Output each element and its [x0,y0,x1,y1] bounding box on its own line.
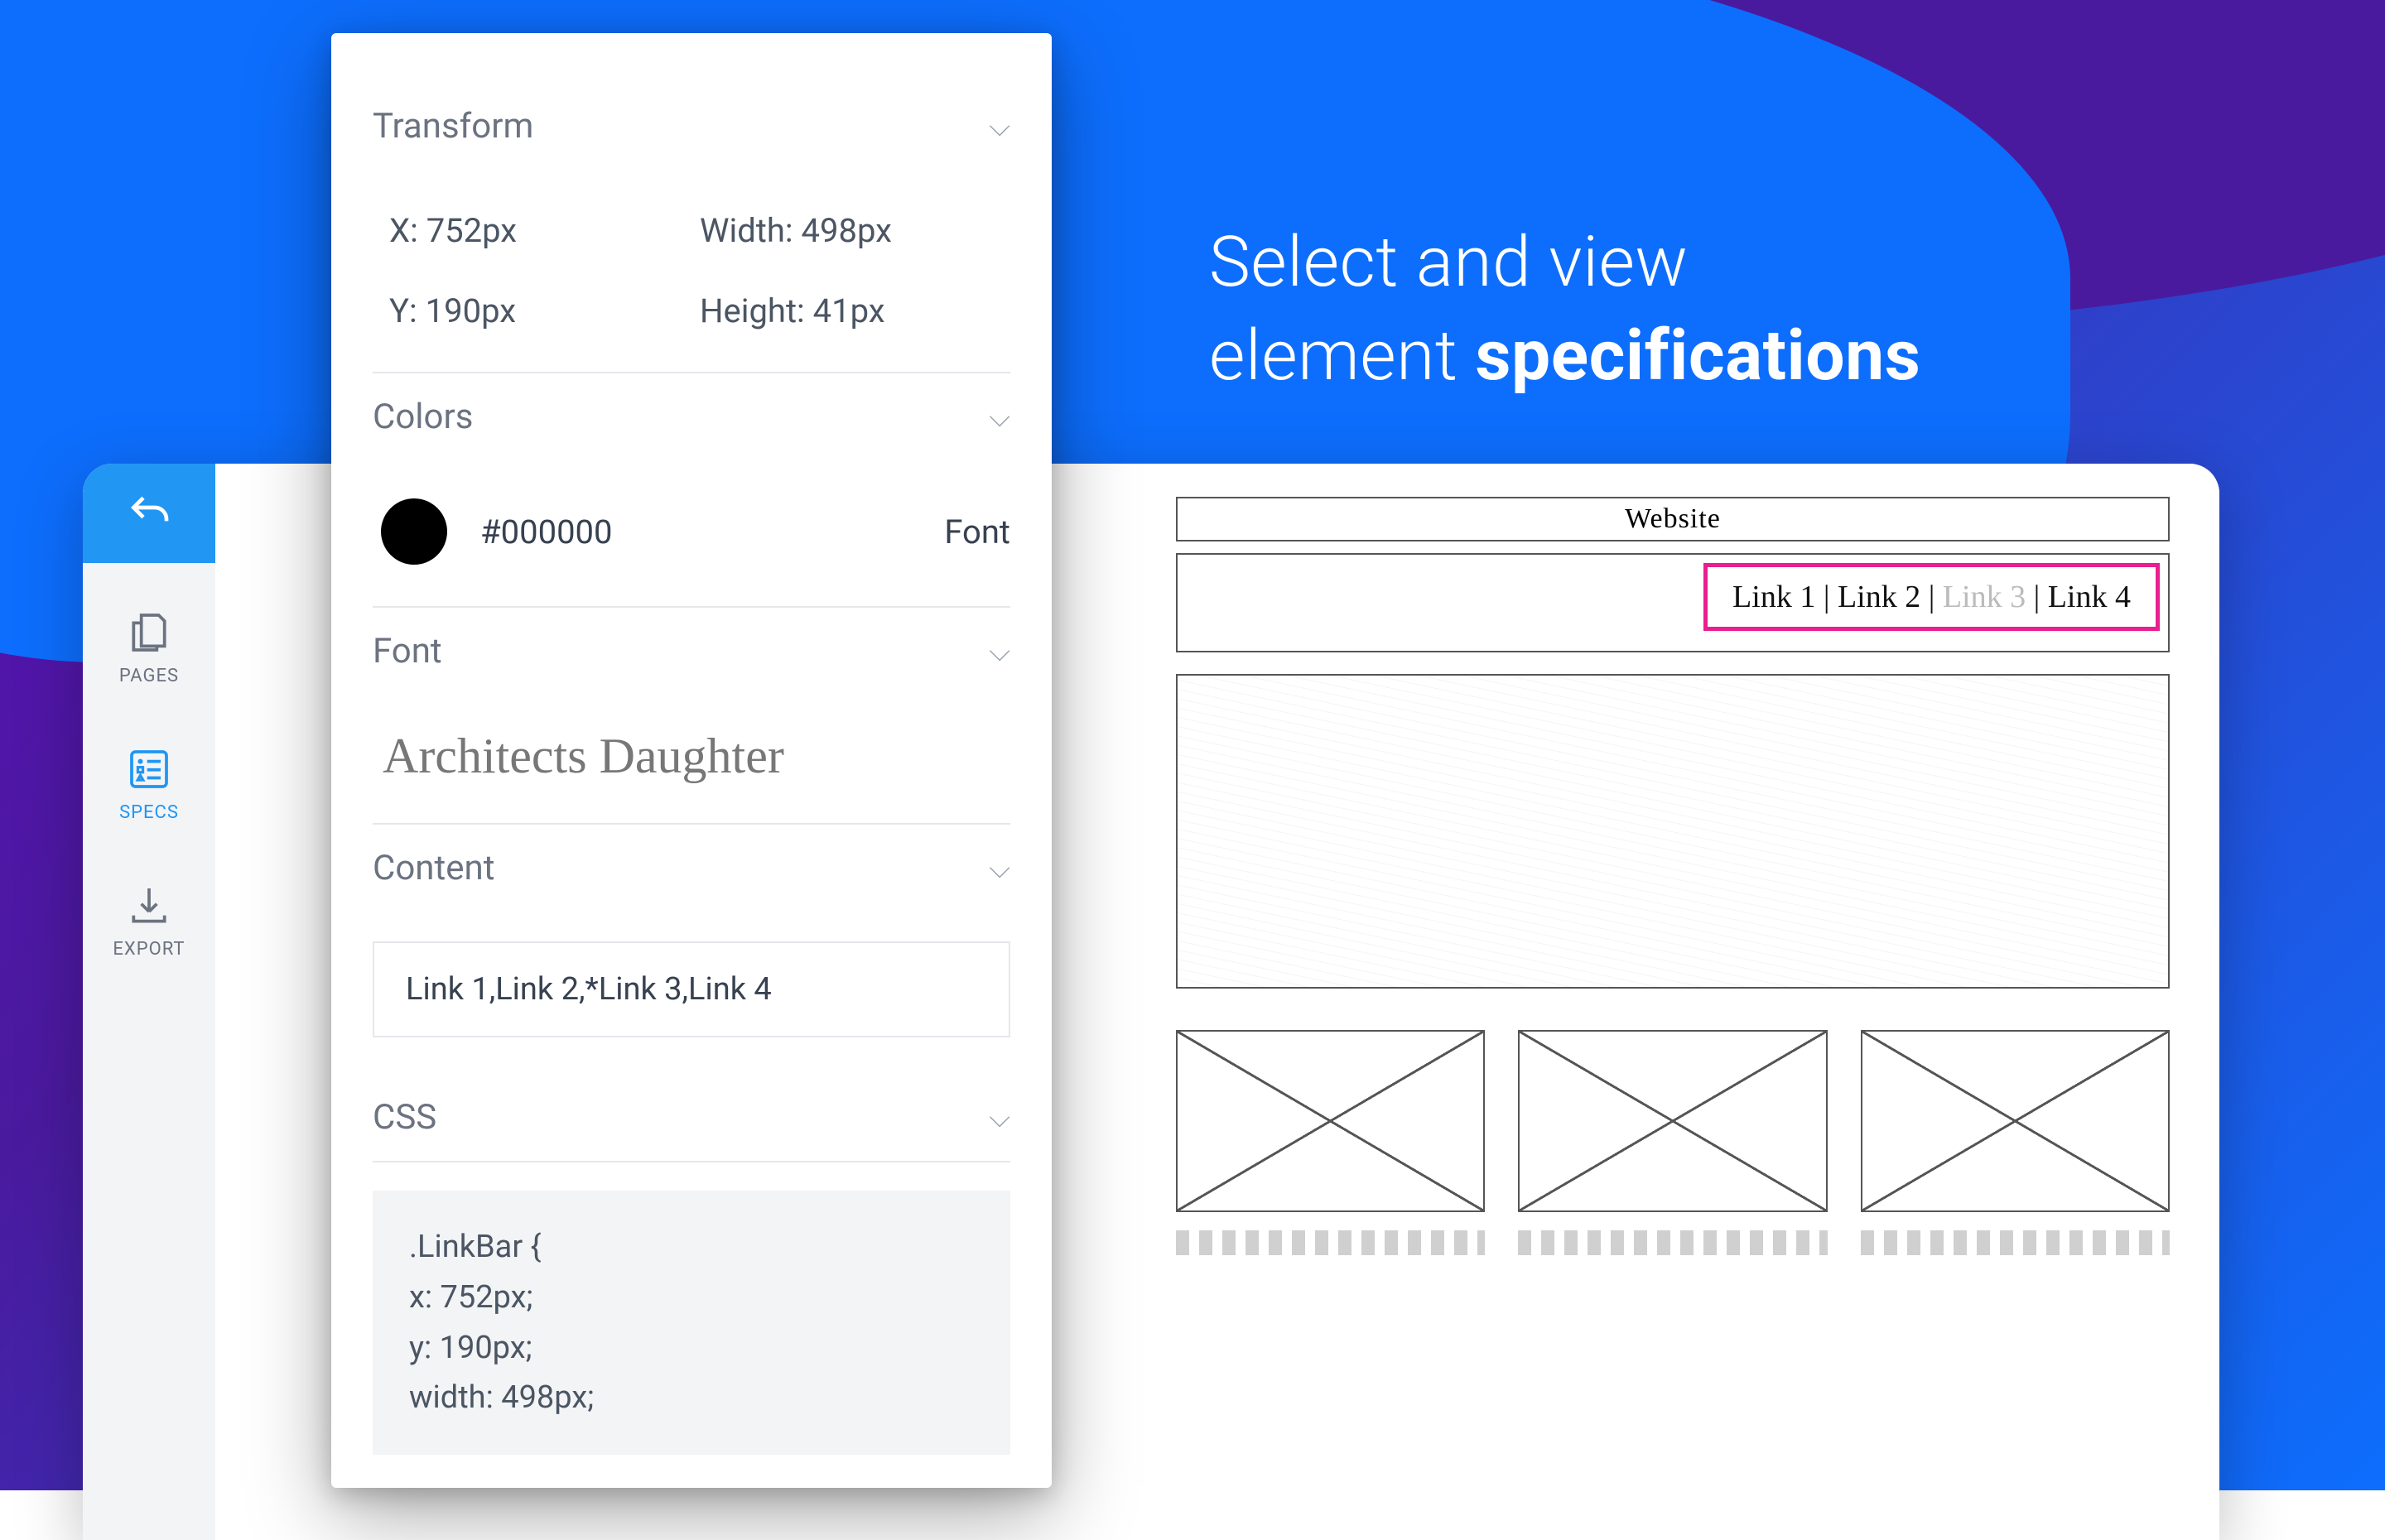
hero-line1: Select and view [1209,221,1688,303]
section-header-css[interactable]: CSS ⌵ [373,1074,1010,1162]
wire-hero-image [1176,674,2170,989]
link-2: Link 2 [1838,580,1920,614]
section-header-transform[interactable]: Transform ⌵ [373,83,1010,170]
wire-col-2 [1518,1030,1827,1255]
transform-grid: X: 752px Width: 498px Y: 190px Height: 4… [373,170,1010,373]
css-line-2: x: 752px; [409,1273,974,1323]
chevron-down-icon: ⌵ [989,635,1010,668]
undo-icon [126,490,172,537]
chevron-down-icon: ⌵ [989,401,1010,434]
sidebar-label-pages: PAGES [119,666,179,686]
wire-text-placeholder [1518,1230,1827,1255]
css-code-box[interactable]: .LinkBar { x: 752px; y: 190px; width: 49… [373,1191,1010,1455]
wire-col-3 [1861,1030,2170,1255]
content-value-box[interactable]: Link 1,Link 2,*Link 3,Link 4 [373,941,1010,1037]
sidebar-item-export[interactable]: EXPORT [83,861,215,981]
section-header-font[interactable]: Font ⌵ [373,608,1010,695]
section-title-font: Font [373,631,442,671]
wire-col-1 [1176,1030,1485,1255]
hero-title: Select and view element specifications [1209,215,1920,403]
color-hex: #000000 [480,513,613,551]
wire-columns-row [1176,1030,2170,1255]
chevron-down-icon: ⌵ [989,1101,1010,1134]
wire-image-placeholder [1518,1030,1827,1212]
section-title-colors: Colors [373,397,473,437]
hero-line2-pre: element [1209,315,1475,397]
wire-image-placeholder [1176,1030,1485,1212]
css-line-4: width: 498px; [409,1373,974,1423]
section-header-content[interactable]: Content ⌵ [373,825,1010,912]
sidebar-label-specs: SPECS [119,802,179,823]
export-icon [126,883,172,929]
section-title-transform: Transform [373,106,533,147]
sidebar-label-export: EXPORT [113,939,185,960]
transform-width: Width: 498px [700,211,1010,250]
transform-y: Y: 190px [389,291,700,330]
section-title-content: Content [373,848,494,888]
css-line-1: .LinkBar { [409,1222,974,1273]
specs-panel: Transform ⌵ X: 752px Width: 498px Y: 190… [331,33,1052,1488]
wire-image-placeholder [1861,1030,2170,1212]
css-line-3: y: 190px; [409,1323,974,1374]
chevron-down-icon: ⌵ [989,852,1010,885]
link-3: Link 3 [1943,580,2026,614]
specs-icon [126,746,172,792]
undo-button[interactable] [83,464,215,563]
color-row: #000000 Font [373,460,1010,608]
link-1: Link 1 [1732,580,1815,614]
wire-page-title: Website [1176,497,2170,541]
linkbar-selected-element[interactable]: Link 1 | Link 2 | Link 3 | Link 4 [1703,563,2160,631]
content-value: Link 1,Link 2,*Link 3,Link 4 [406,971,772,1008]
wire-text-placeholder [1861,1230,2170,1255]
section-header-colors[interactable]: Colors ⌵ [373,373,1010,460]
transform-x: X: 752px [389,211,700,250]
wireframe-mock: Website Link 1 | Link 2 | Link 3 | Link … [1176,497,2170,1255]
chevron-down-icon: ⌵ [989,110,1010,143]
wire-text-placeholder [1176,1230,1485,1255]
color-usage-label: Font [944,513,1010,551]
wire-topbar: Link 1 | Link 2 | Link 3 | Link 4 [1176,553,2170,652]
color-swatch[interactable] [381,498,447,565]
font-sample: Architects Daughter [373,695,1010,825]
sidebar-item-specs[interactable]: SPECS [83,724,215,845]
link-4: Link 4 [2048,580,2131,614]
pages-icon [126,609,172,656]
sidebar-item-pages[interactable]: PAGES [83,588,215,708]
hero-line2-strong: specifications [1475,315,1920,397]
section-title-css: CSS [373,1097,436,1138]
transform-height: Height: 41px [700,291,1010,330]
sidebar-rail: PAGES SPECS EXPORT [83,464,215,1540]
